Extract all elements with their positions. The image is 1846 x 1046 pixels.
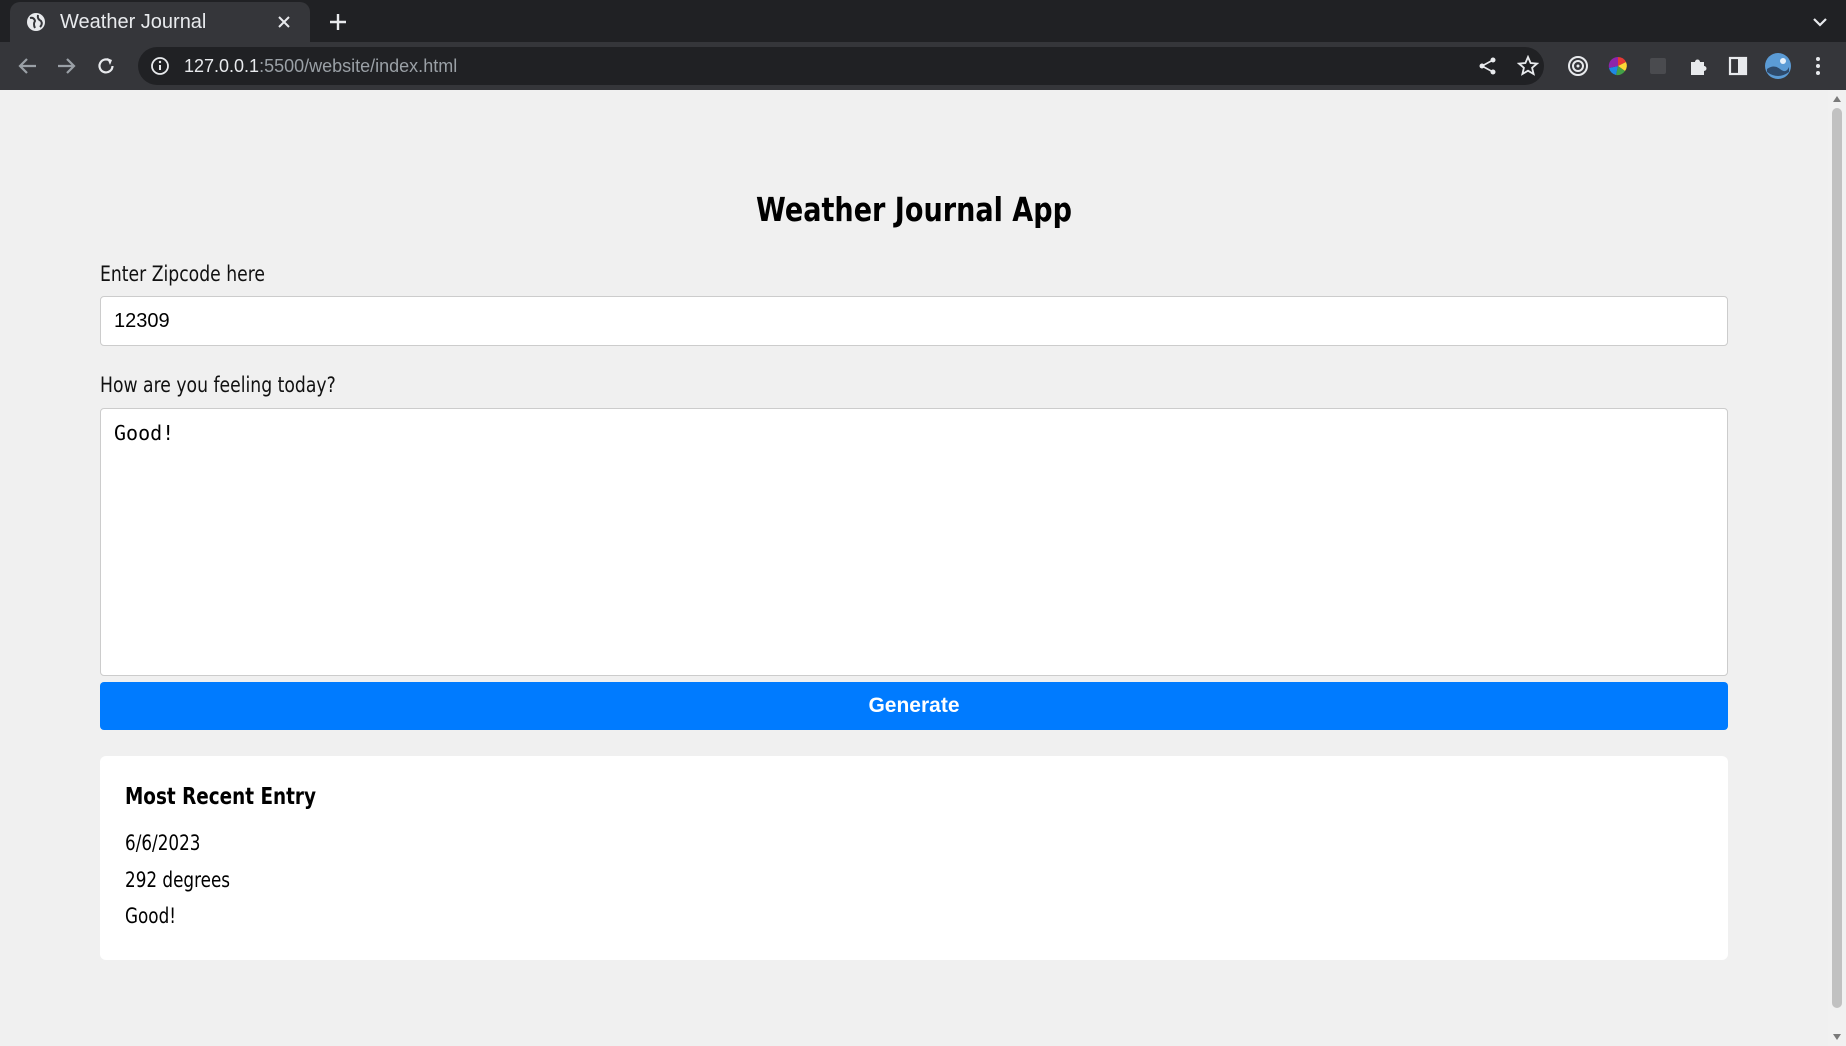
chevron-down-icon[interactable]: [1806, 8, 1834, 36]
back-button[interactable]: [14, 52, 42, 80]
scroll-up-icon[interactable]: [1832, 94, 1842, 104]
profile-avatar-icon[interactable]: [1764, 52, 1792, 80]
entry-content: Good!: [125, 904, 176, 928]
zip-label: Enter Zipcode here: [100, 262, 266, 286]
scrollbar-thumb[interactable]: [1832, 108, 1842, 1008]
tab-title: Weather Journal: [60, 10, 207, 33]
side-panel-icon[interactable]: [1724, 52, 1752, 80]
page-title: Weather Journal App: [755, 190, 1072, 229]
entry-temp: 292 degrees: [125, 868, 231, 892]
url-host: 127.0.0.1: [184, 55, 260, 76]
address-bar[interactable]: 127.0.0.1:5500/website/index.html: [138, 47, 1544, 85]
scroll-down-icon[interactable]: [1832, 1032, 1842, 1042]
page-scrollbar[interactable]: [1828, 90, 1846, 1046]
globe-icon: [26, 12, 46, 32]
generate-button[interactable]: Generate: [100, 682, 1728, 730]
share-icon[interactable]: [1474, 52, 1502, 80]
browser-tabstrip: Weather Journal: [0, 0, 1846, 42]
reload-button[interactable]: [92, 52, 120, 80]
extensions-puzzle-icon[interactable]: [1684, 52, 1712, 80]
page-viewport: Weather Journal App Enter Zipcode here H…: [0, 90, 1828, 1046]
recent-entry-card: Most Recent Entry 6/6/2023 292 degrees G…: [100, 756, 1728, 960]
info-icon[interactable]: [150, 56, 170, 76]
feelings-label: How are you feeling today?: [100, 373, 336, 397]
forward-button[interactable]: [52, 52, 80, 80]
bookmark-star-icon[interactable]: [1514, 52, 1542, 80]
extension-color-wheel-icon[interactable]: [1604, 52, 1632, 80]
url-path: :5500/website/index.html: [259, 55, 458, 76]
zip-input[interactable]: [100, 296, 1728, 346]
feelings-textarea[interactable]: Good!: [100, 408, 1728, 676]
browser-tab[interactable]: Weather Journal: [10, 2, 310, 42]
entry-heading: Most Recent Entry: [125, 784, 316, 810]
new-tab-button[interactable]: [324, 8, 352, 36]
extension-target-icon[interactable]: [1564, 52, 1592, 80]
extension-square-icon[interactable]: [1644, 52, 1672, 80]
close-icon[interactable]: [272, 10, 296, 34]
entry-date: 6/6/2023: [125, 831, 201, 855]
menu-kebab-icon[interactable]: [1804, 52, 1832, 80]
